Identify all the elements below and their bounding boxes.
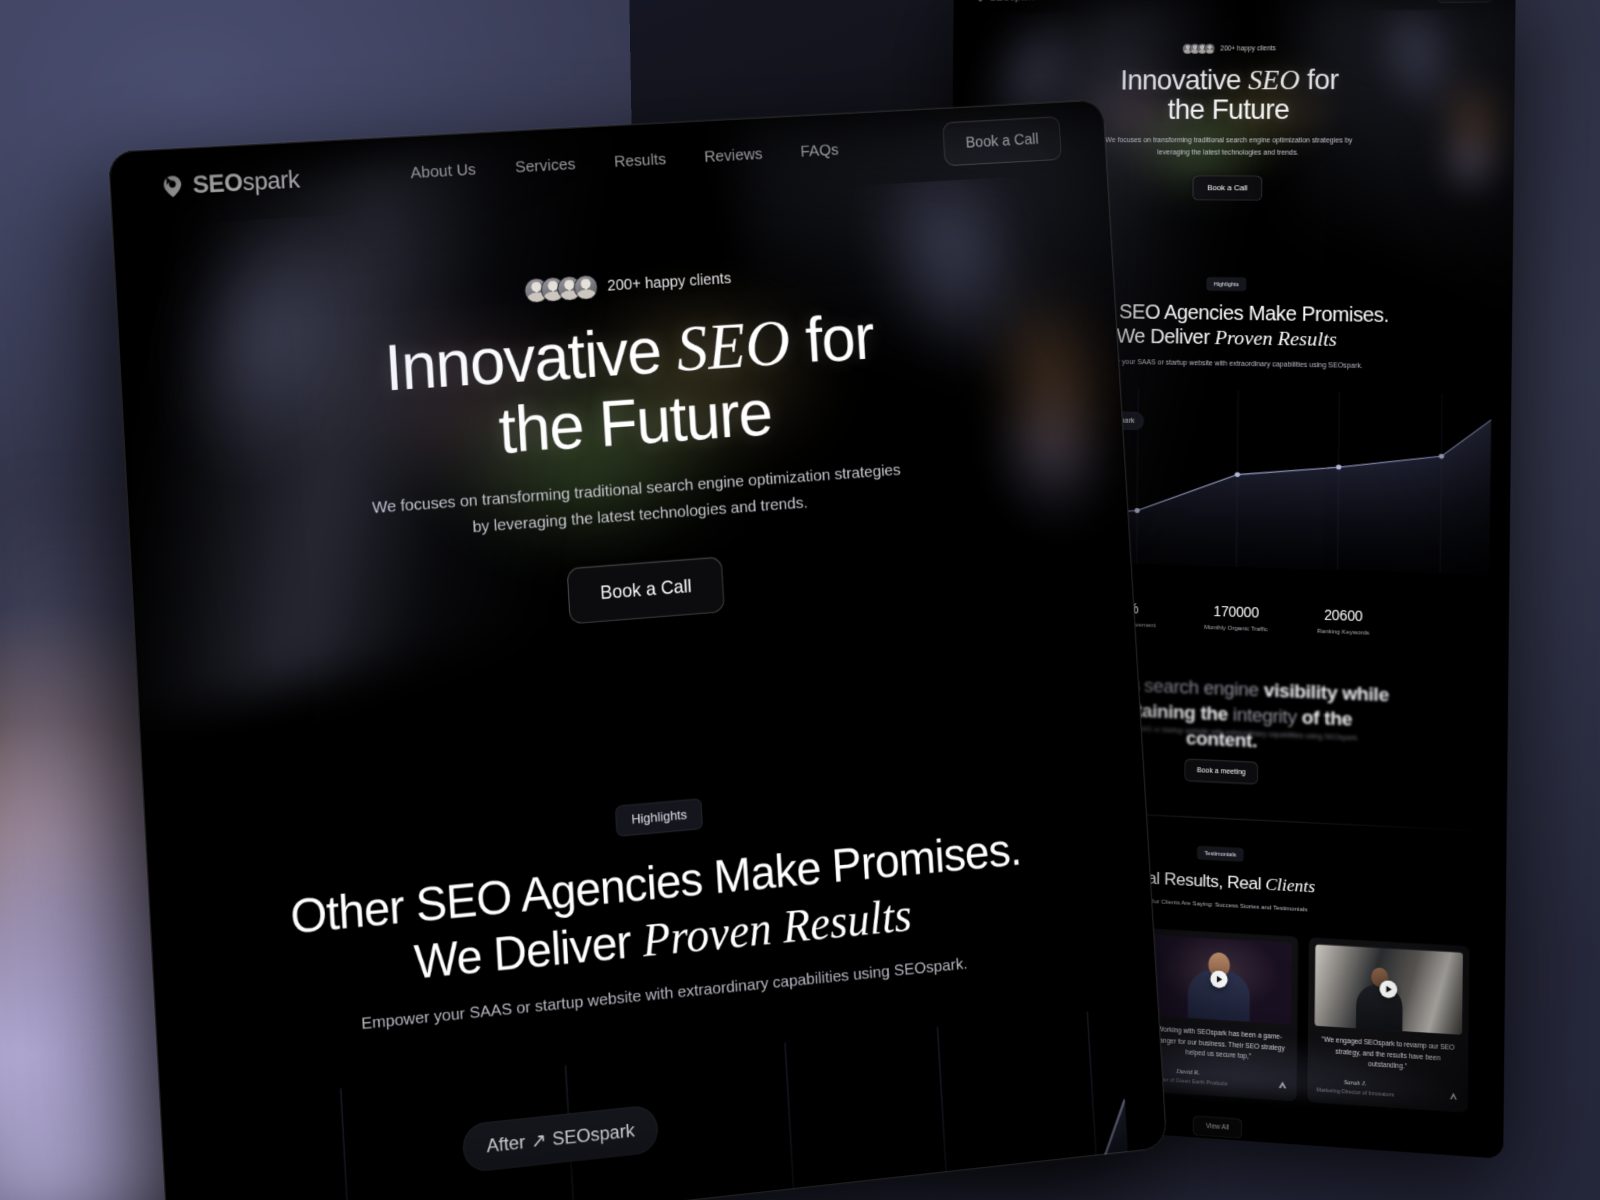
hero-light-right (1317, 9, 1516, 242)
hero-subtitle: We focuses on transforming traditional s… (1101, 135, 1357, 158)
site-page-primary: SEOspark About Us Services Results Revie… (108, 100, 1167, 1200)
hero-title-part1: Innovative (1120, 64, 1248, 95)
hero-title-part2: for (788, 300, 876, 377)
happy-clients-badge: 200+ happy clients (524, 266, 732, 303)
client-avatars (1182, 43, 1215, 54)
nav-book-a-call-button[interactable]: Book a Call (942, 116, 1062, 166)
brand-name: SEOspark (990, 0, 1035, 3)
testimonial-card[interactable]: "Working with SEOspark has been a game-c… (1140, 928, 1298, 1101)
nav-link-services[interactable]: Services (515, 155, 576, 177)
brand-name: SEOspark (192, 165, 300, 199)
happy-clients-label: 200+ happy clients (1220, 45, 1276, 53)
testimonial-meta: Sarah J. Marketing Director of Innovator… (1314, 1077, 1462, 1102)
nav-book-a-call-button[interactable]: Book a Call (1437, 0, 1492, 3)
hero-title-serif: SEO (1248, 64, 1300, 95)
stat-label: Monthly Organic Traffic (1204, 624, 1268, 633)
arrow-up-right-icon: ↗ (530, 1129, 547, 1153)
stat-value: 170000 (1204, 603, 1268, 621)
testimonial-quote: "Working with SEOspark has been a game-c… (1146, 1024, 1291, 1064)
testimonials-heading-serif: Clients (1265, 875, 1315, 897)
nav-link-faqs[interactable]: FAQs (800, 141, 839, 161)
brand-logo[interactable]: SEOspark (975, 0, 1034, 3)
spark-pin-icon (975, 0, 985, 3)
testimonial-video[interactable] (1147, 935, 1292, 1025)
nav-link-reviews[interactable]: Reviews (704, 145, 763, 167)
hero-book-a-call-button[interactable]: Book a Call (1193, 176, 1262, 201)
highlights-section: Highlights Other SEO Agencies Make Promi… (141, 670, 1167, 1200)
testimonial-video[interactable] (1314, 944, 1463, 1035)
stat-value: 20600 (1317, 607, 1370, 625)
nav-link-about-us[interactable]: About Us (410, 161, 476, 183)
stat-item: 20600 Ranking Keywords (1317, 607, 1370, 636)
book-a-meeting-button[interactable]: Book a meeting (1185, 759, 1258, 784)
testimonials-pill: Testimonials (1197, 846, 1243, 861)
hero-title-line2: the Future (1168, 94, 1290, 125)
view-all-button[interactable]: View All (1193, 1116, 1242, 1139)
avatar (1204, 43, 1215, 54)
stat-label: Ranking Keywords (1317, 627, 1370, 636)
play-icon[interactable] (1379, 980, 1397, 998)
statement-line2-dim: integrity (1233, 704, 1297, 728)
after-brand-label: SEOspark (552, 1120, 635, 1151)
testimonial-card[interactable]: "We engaged SEOspark to revamp our SEO s… (1307, 938, 1469, 1113)
hero-section: 200+ happy clients Innovative SEO for th… (112, 171, 1138, 754)
happy-clients-label: 200+ happy clients (607, 270, 732, 295)
nav-link-results[interactable]: Results (614, 150, 667, 171)
testimonial-meta: David R. Founder of Green Earth Products (1146, 1066, 1291, 1091)
statement-line1-b: visibility while (1264, 680, 1389, 706)
statement-line2-b: of the (1297, 706, 1353, 730)
nav-links: About Us Services Results Reviews FAQs (410, 141, 839, 183)
hero-book-a-call-button[interactable]: Book a Call (566, 556, 724, 624)
highlights-pill: Highlights (1207, 277, 1247, 291)
brand-logo[interactable]: SEOspark (159, 165, 300, 201)
highlights-pill: Highlights (615, 798, 704, 837)
hero-subtitle: We focuses on transforming traditional s… (368, 457, 906, 549)
highlights-heading-line2: We Deliver (1116, 325, 1215, 349)
highlights-heading: Other SEO Agencies Make Promises. We Del… (258, 819, 1054, 1007)
testimonial-quote: "We engaged SEOspark to revamp our SEO s… (1314, 1034, 1462, 1075)
statement-line1-dim: search engine (1139, 675, 1264, 701)
happy-clients-badge: 200+ happy clients (1182, 43, 1276, 54)
client-logo-icon (1277, 1080, 1288, 1091)
hero-title-serif: SEO (675, 307, 792, 386)
highlights-heading-serif: Proven Results (1215, 326, 1337, 350)
stat-item: 170000 Monthly Organic Traffic (1204, 603, 1268, 632)
client-avatars (524, 274, 599, 303)
after-label: After (486, 1131, 526, 1157)
client-logo-icon (1448, 1091, 1459, 1103)
avatar (573, 274, 598, 300)
spark-pin-icon (159, 173, 185, 200)
hero-title-part2: for (1300, 64, 1339, 96)
play-icon[interactable] (1210, 970, 1228, 988)
primary-site-preview[interactable]: SEOspark About Us Services Results Revie… (108, 100, 1167, 1200)
